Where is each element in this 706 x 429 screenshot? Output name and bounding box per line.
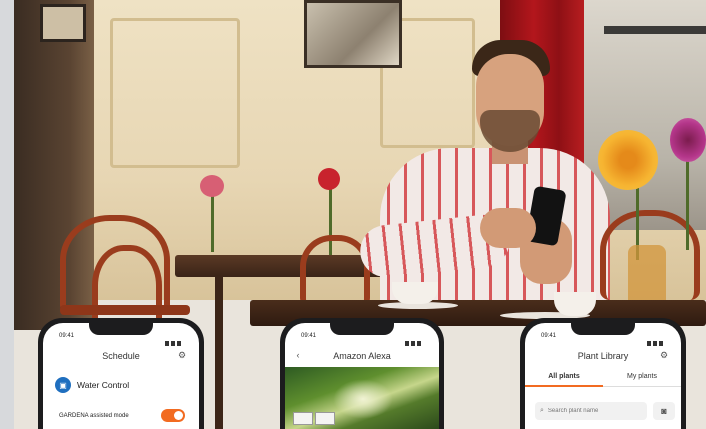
- status-time: 09:41: [541, 333, 557, 339]
- water-control-icon: ▣: [55, 377, 71, 393]
- page-gutter: [0, 0, 14, 429]
- water-control-row[interactable]: ▣ Water Control: [55, 377, 129, 393]
- screen-title: Schedule: [102, 351, 140, 361]
- gear-icon[interactable]: ⚙: [177, 350, 187, 360]
- partner-logos: [293, 412, 337, 425]
- phone-mockup-plant-library: 09:41 Plant Library ⚙ All plants My plan…: [520, 318, 686, 429]
- picture-frame: [40, 4, 86, 42]
- yellow-flower: [598, 130, 658, 190]
- table-leg: [215, 275, 223, 429]
- phone-screen: 09:41 ‹ Amazon Alexa: [285, 323, 439, 429]
- chair-seat: [60, 305, 190, 315]
- coffee-cup: [554, 292, 596, 316]
- assisted-mode-row: GARDENA assisted mode: [59, 409, 185, 422]
- phone-screen: 09:41 Schedule ⚙ ▣ Water Control GARDENA…: [43, 323, 199, 429]
- red-flower: [318, 168, 340, 190]
- wall-molding: [110, 18, 240, 168]
- purple-flower: [670, 118, 706, 162]
- flower-stem: [211, 192, 214, 252]
- camera-icon[interactable]: ◙: [653, 402, 675, 420]
- beard: [480, 110, 540, 152]
- assisted-mode-toggle[interactable]: [161, 409, 185, 422]
- status-time: 09:41: [59, 333, 75, 339]
- assisted-mode-label: GARDENA assisted mode: [59, 412, 129, 419]
- plant-search-input[interactable]: [547, 408, 638, 414]
- pink-flower: [200, 175, 224, 197]
- status-icons: [645, 333, 667, 346]
- phone-screen: 09:41 Plant Library ⚙ All plants My plan…: [525, 323, 681, 429]
- phone-notch: [571, 323, 635, 335]
- phone-mockup-schedule: 09:41 Schedule ⚙ ▣ Water Control GARDENA…: [38, 318, 204, 429]
- status-icons: [403, 333, 425, 346]
- tab-my-plants[interactable]: My plants: [603, 373, 681, 387]
- tab-all-plants[interactable]: All plants: [525, 373, 603, 387]
- search-icon: ⌕: [540, 407, 544, 414]
- screen-title: Amazon Alexa: [333, 351, 391, 361]
- coffee-cup: [392, 282, 438, 304]
- gardena-logo: [315, 412, 335, 425]
- screen-title: Plant Library: [577, 351, 629, 361]
- flower-stem: [686, 150, 689, 250]
- phone-notch: [330, 323, 394, 335]
- phone-mockup-alexa: 09:41 ‹ Amazon Alexa: [280, 318, 444, 429]
- status-time: 09:41: [301, 333, 317, 339]
- status-icons: [163, 333, 185, 346]
- man-with-phone: [357, 40, 610, 310]
- gear-icon[interactable]: ⚙: [659, 350, 669, 360]
- plant-tabs: All plants My plants: [525, 373, 681, 387]
- garden-photo: [285, 367, 439, 429]
- alexa-logo: [293, 412, 313, 425]
- hand: [480, 208, 536, 248]
- water-control-label: Water Control: [77, 380, 130, 390]
- phone-notch: [89, 323, 153, 335]
- plant-search-box[interactable]: ⌕: [535, 402, 647, 420]
